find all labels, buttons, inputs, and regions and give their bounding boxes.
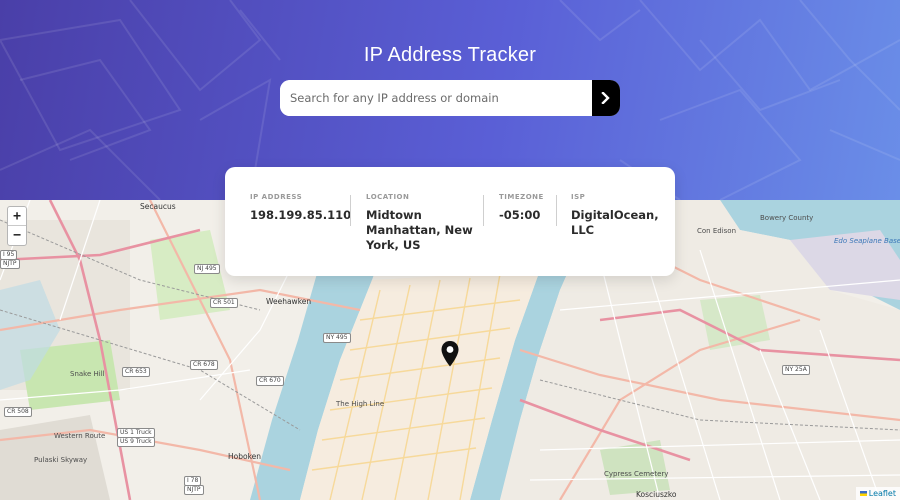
page-title: IP Address Tracker [363, 44, 537, 66]
map-label: Cypress Cemetery [604, 470, 669, 478]
map-attribution[interactable]: Leaflet [855, 487, 900, 500]
isp-value: DigitalOcean, LLC [571, 208, 659, 237]
map-label: Snake Hill [70, 370, 105, 378]
timezone-label: TIMEZONE [499, 193, 544, 201]
road-shield: NY 495 [323, 333, 351, 343]
map-label: Bowery County [760, 214, 814, 222]
map-label: The High Line [336, 400, 385, 408]
ip-address-value: 198.199.85.110 [250, 208, 352, 222]
map-label: Secaucus [140, 202, 176, 211]
zoom-control: + − [7, 206, 27, 246]
isp-section: ISP DigitalOcean, LLC [571, 193, 667, 238]
ip-address-label: IP ADDRESS [250, 193, 303, 201]
ip-address-section: IP ADDRESS 198.199.85.110 [250, 193, 352, 223]
map-label: Weehawken [266, 297, 312, 306]
map-label: Pulaski Skyway [34, 456, 88, 464]
road-shield: NJ 495 [194, 264, 220, 274]
road-shield: NJTP [0, 259, 20, 269]
isp-label: ISP [571, 193, 586, 201]
timezone-section: TIMEZONE -05:00 [499, 193, 551, 223]
attribution-link[interactable]: Leaflet [869, 487, 896, 500]
map-label: Western Route [54, 432, 106, 440]
map-label: Con Edison [697, 227, 737, 235]
location-value: Midtown Manhattan, New York, US [366, 208, 473, 252]
zoom-out-button[interactable]: − [8, 226, 26, 245]
zoom-in-button[interactable]: + [8, 207, 26, 226]
location-section: LOCATION Midtown Manhattan, New York, US [366, 193, 478, 253]
road-shield: CR 501 [210, 298, 238, 308]
road-shield: NJTP [184, 485, 204, 495]
road-shield: US 9 Truck [117, 437, 155, 447]
chevron-right-icon [601, 92, 610, 104]
ip-info-card: IP ADDRESS 198.199.85.110 LOCATION Midto… [225, 167, 675, 276]
divider [483, 195, 484, 226]
divider [350, 195, 351, 226]
search-input[interactable] [280, 80, 592, 116]
road-shield: CR 670 [256, 376, 284, 386]
road-shield: CR 653 [122, 367, 150, 377]
map-label: Hoboken [228, 452, 262, 461]
flag-icon [859, 491, 867, 496]
search-submit-button[interactable] [592, 80, 620, 116]
road-shield: CR 508 [4, 407, 32, 417]
map-label: Kosciuszko [636, 490, 677, 499]
road-shield: NY 25A [782, 365, 810, 375]
location-pin-icon[interactable] [440, 340, 460, 368]
road-shield: CR 678 [190, 360, 218, 370]
search-bar [280, 80, 620, 116]
timezone-value: -05:00 [499, 208, 541, 222]
divider [556, 195, 557, 226]
map-label: Edo Seaplane Base [834, 237, 900, 245]
location-label: LOCATION [366, 193, 410, 201]
